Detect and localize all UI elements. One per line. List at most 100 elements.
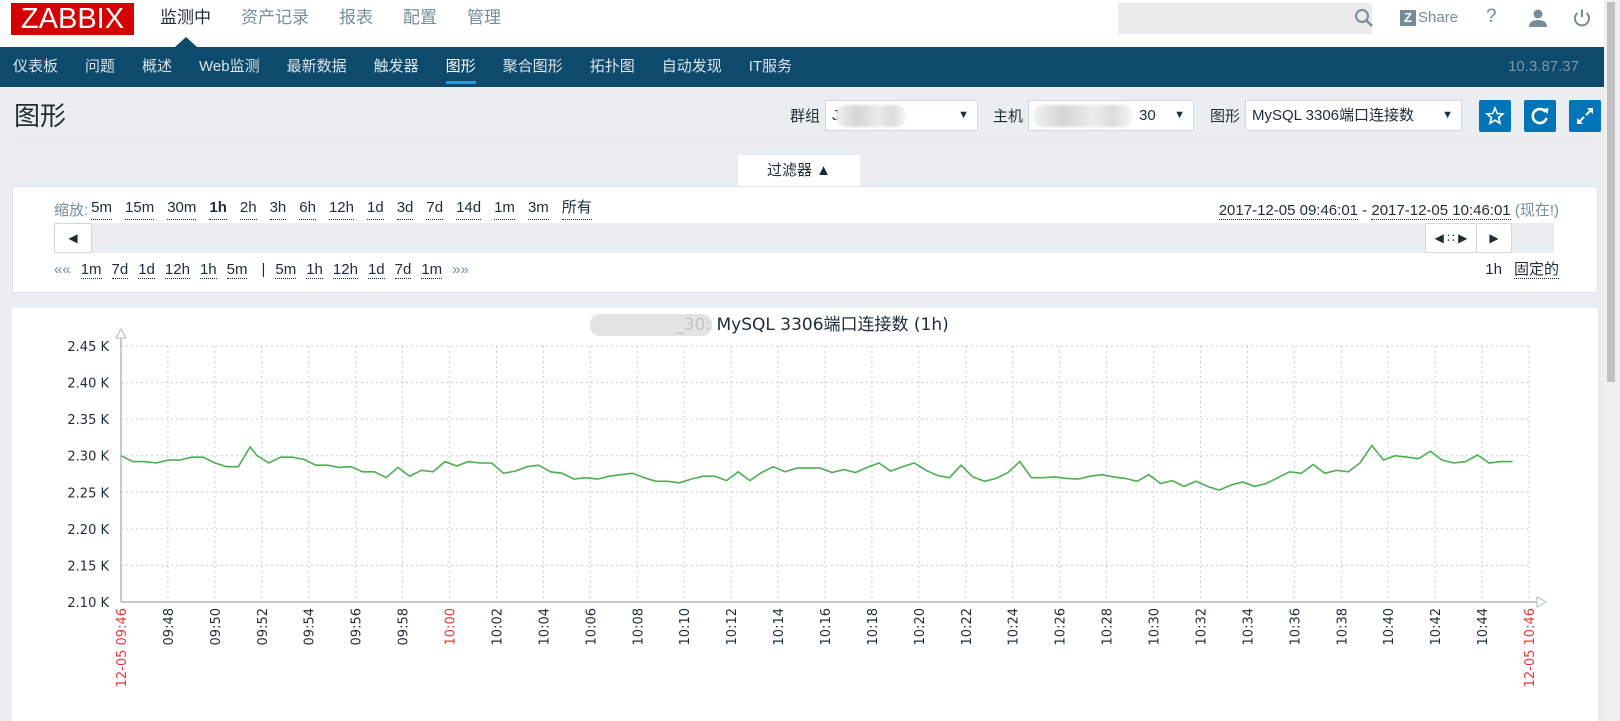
search-icon[interactable] [1354, 8, 1374, 28]
host-filter: 主机 30 ▼ [993, 100, 1195, 131]
graph-select[interactable]: MySQL 3306端口连接数 ▼ [1245, 100, 1463, 131]
forward-option[interactable]: 1h [306, 261, 323, 279]
x-tick-label: 10:06 [584, 608, 599, 645]
zoom-option[interactable]: 3h [269, 199, 287, 220]
sub-menu-discovery[interactable]: 自动发现 [662, 47, 722, 87]
top-menu-configuration[interactable]: 配置 [403, 6, 437, 30]
zoom-option[interactable]: 6h [299, 199, 316, 220]
redacted-text [836, 105, 907, 127]
x-tick-label: 09:48 [162, 608, 177, 645]
x-tick-label: 10:00 [444, 608, 459, 645]
x-tick-label: 10:14 [772, 608, 787, 645]
period-to[interactable]: 2017-12-05 10:46:01 [1371, 202, 1511, 220]
sub-menu-triggers[interactable]: 触发器 [374, 47, 419, 87]
zoom-option[interactable]: 所有 [561, 199, 592, 220]
zoom-option[interactable]: 2h [239, 199, 257, 220]
x-tick-label: 10:20 [913, 608, 928, 645]
x-tick-label: 12-05 09:46 [115, 608, 130, 687]
zoom-option[interactable]: 3m [527, 199, 549, 220]
refresh-button[interactable] [1524, 100, 1556, 132]
back-option[interactable]: 12h [164, 261, 190, 279]
series-line [120, 444, 1513, 491]
slider-left-button[interactable]: ◀ [54, 223, 92, 253]
x-tick-label: 09:58 [397, 608, 412, 645]
page-scrollbar[interactable] [1604, 0, 1620, 721]
x-tick-label: 10:30 [1148, 608, 1163, 645]
y-tick-label: 2.10 K [67, 596, 109, 611]
top-menu: 监测中 资产记录 报表 配置 管理 [160, 6, 531, 30]
y-tick-label: 2.30 K [67, 450, 109, 465]
x-tick-label: 10:08 [631, 608, 646, 645]
sub-menu-maps[interactable]: 拓扑图 [590, 47, 635, 87]
top-menu-reports[interactable]: 报表 [339, 6, 373, 30]
y-tick-label: 2.45 K [67, 340, 109, 355]
sub-menu-screens[interactable]: 聚合图形 [503, 47, 563, 87]
sub-menu-latest-data[interactable]: 最新数据 [287, 47, 347, 87]
zoom-option[interactable]: 15m [125, 199, 155, 220]
period-range: 2017-12-05 09:46:01 - 2017-12-05 10:46:0… [1218, 199, 1559, 220]
forward-option[interactable]: 1m [421, 261, 443, 279]
x-tick-label: 10:36 [1288, 608, 1303, 645]
sub-menu-graphs[interactable]: 图形 [445, 47, 476, 87]
top-menu-monitoring[interactable]: 监测中 [160, 6, 211, 30]
sub-menu-it-services[interactable]: IT服务 [749, 47, 792, 87]
forward-option[interactable]: 5m [275, 261, 297, 279]
search-input[interactable] [1118, 3, 1372, 34]
filter-toggle-tab[interactable]: 过滤器 ▲ [738, 155, 860, 186]
back-option[interactable]: 1d [138, 261, 155, 279]
x-tick-label: 12-05 10:46 [1523, 608, 1538, 687]
x-tick-label: 10:38 [1335, 608, 1350, 645]
sub-menu-dashboard[interactable]: 仪表板 [13, 47, 58, 87]
zoom-option[interactable]: 5m [91, 199, 113, 220]
slider-handle[interactable]: ◀ ∷ ▶ [1425, 223, 1477, 253]
slider-right-button[interactable]: ▶ [1476, 223, 1512, 253]
line-chart[interactable]: 2.10 K 2.15 K 2.20 K 2.25 K 2.30 K 2.35 K 2.40… [12, 308, 1598, 721]
period-from[interactable]: 2017-12-05 09:46:01 [1218, 202, 1359, 220]
sub-menu-web[interactable]: Web监测 [199, 47, 260, 87]
top-menu-inventory[interactable]: 资产记录 [241, 6, 309, 30]
host-select[interactable]: 30 ▼ [1028, 100, 1195, 131]
y-tick-label: 2.40 K [67, 377, 109, 392]
group-filter: 群组 J ▼ [790, 100, 979, 131]
host-label: 主机 [993, 108, 1024, 125]
x-tick-label: 09:50 [209, 608, 224, 645]
zoom-option[interactable]: 1d [367, 199, 384, 220]
group-select[interactable]: J ▼ [825, 100, 979, 131]
period-slider-track[interactable] [54, 223, 1554, 253]
power-icon[interactable] [1572, 8, 1592, 28]
zoom-option[interactable]: 7d [426, 199, 444, 220]
share-label: Share [1418, 9, 1459, 26]
fixed-toggle[interactable]: 固定的 [1513, 261, 1559, 279]
zoom-option[interactable]: 3d [396, 199, 414, 220]
favorite-button[interactable] [1479, 100, 1511, 132]
back-option[interactable]: 1m [80, 261, 102, 279]
server-ip: 10.3.87.37 [1508, 58, 1579, 75]
back-arrows: «« [54, 261, 71, 278]
zoom-option[interactable]: 14d [456, 199, 482, 220]
share-button[interactable]: Z Share [1400, 9, 1458, 26]
chart-title: _30: MySQL 3306端口连接数 (1h) [674, 315, 949, 335]
zoom-option-selected[interactable]: 1h [209, 199, 227, 220]
top-menu-administration[interactable]: 管理 [467, 6, 501, 30]
forward-option[interactable]: 7d [394, 261, 412, 279]
back-option[interactable]: 5m [226, 261, 248, 279]
zabbix-logo[interactable]: ZABBIX [11, 3, 134, 35]
zoom-option[interactable]: 1m [494, 199, 515, 220]
sub-menu-overview[interactable]: 概述 [142, 47, 172, 87]
help-icon[interactable]: ? [1486, 6, 1497, 28]
user-icon[interactable] [1528, 8, 1548, 28]
sub-menu-problems[interactable]: 问题 [85, 47, 115, 87]
scrollbar-thumb[interactable] [1607, 2, 1615, 382]
fullscreen-button[interactable] [1569, 100, 1601, 132]
back-option[interactable]: 7d [111, 261, 129, 279]
x-tick-label: 10:18 [866, 608, 881, 645]
active-menu-caret [175, 37, 197, 47]
forward-option[interactable]: 1d [367, 261, 385, 279]
y-tick-label: 2.35 K [67, 413, 109, 428]
zoom-option[interactable]: 12h [328, 199, 354, 220]
zoom-option[interactable]: 30m [167, 199, 197, 220]
host-value: 30 [1139, 107, 1156, 124]
back-option[interactable]: 1h [199, 261, 217, 279]
forward-option[interactable]: 12h [332, 261, 358, 279]
x-tick-label: 10:32 [1194, 608, 1209, 645]
